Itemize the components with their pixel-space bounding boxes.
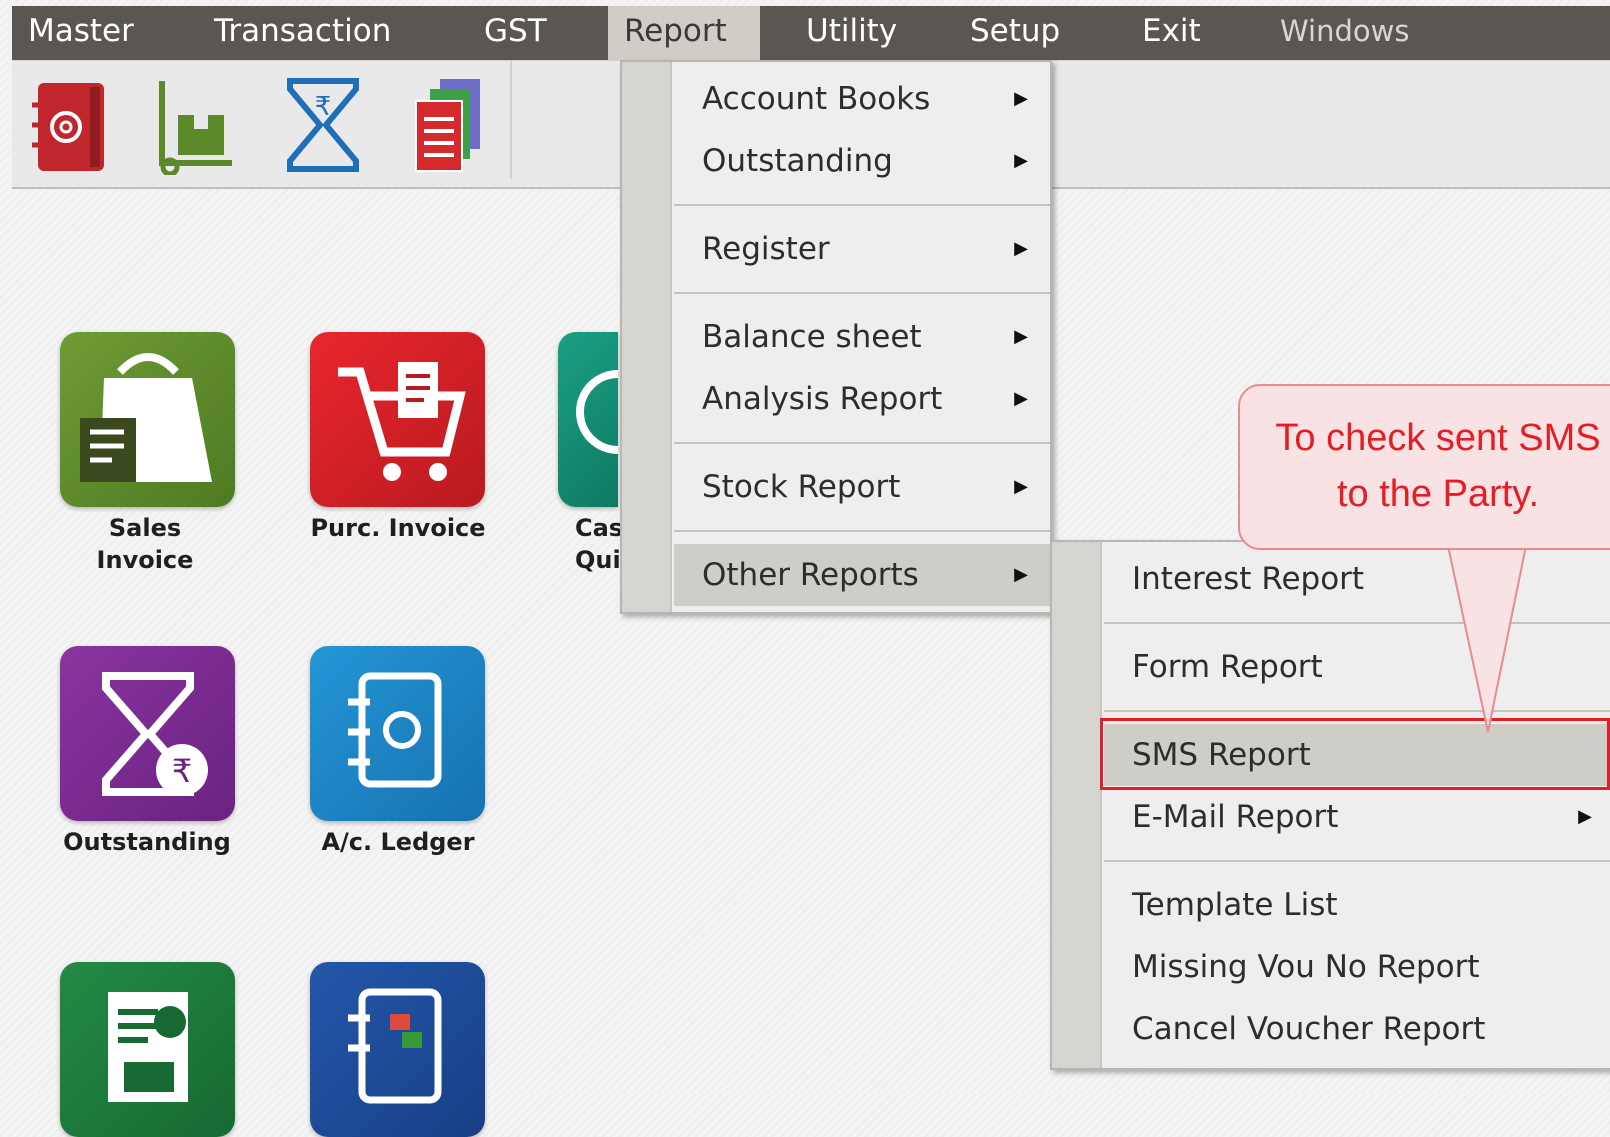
tile-label: Outstanding: [63, 828, 231, 856]
menu-utility[interactable]: Utility: [790, 6, 913, 60]
menu-master[interactable]: Master: [12, 6, 150, 60]
chevron-right-icon: ▶: [1014, 326, 1028, 347]
chevron-right-icon: ▶: [1014, 150, 1028, 171]
menu-windows[interactable]: Windows: [1264, 6, 1425, 60]
sigma-rupee-icon: ₹: [102, 672, 208, 796]
shopping-bag-icon: [80, 353, 212, 482]
trolley-box-icon[interactable]: [152, 75, 234, 177]
stock-book-tile[interactable]: [310, 962, 485, 1137]
menu-item-cancel-voucher-report[interactable]: Cancel Voucher Report: [1104, 998, 1610, 1060]
chevron-right-icon: ▶: [1014, 88, 1028, 109]
stock-book-icon: [348, 988, 442, 1104]
report-chart-tile[interactable]: [60, 962, 235, 1137]
ledger-icon: [348, 672, 442, 788]
tile-label: Sales Invoice: [96, 514, 194, 574]
rupee-hourglass-icon[interactable]: ₹: [282, 75, 364, 175]
menu-item-balance-sheet[interactable]: Balance sheet ▶: [674, 306, 1050, 368]
menu-item-outstanding[interactable]: Outstanding ▶: [674, 130, 1050, 192]
menu-exit[interactable]: Exit: [1126, 6, 1217, 60]
purchase-invoice-tile[interactable]: [310, 332, 485, 507]
svg-text:₹: ₹: [172, 752, 192, 790]
menu-item-email-report[interactable]: E-Mail Report ▶: [1104, 786, 1610, 848]
report-chart-icon: [108, 992, 188, 1102]
menu-transaction[interactable]: Transaction: [198, 6, 407, 60]
menu-report[interactable]: Report: [608, 6, 760, 60]
callout-pointer: [1446, 540, 1536, 733]
documents-stack-icon[interactable]: [406, 75, 488, 175]
shopping-cart-icon: [338, 362, 466, 481]
chevron-right-icon: ▶: [1014, 476, 1028, 497]
callout-text: To check sent SMS to the Party.: [1275, 417, 1601, 515]
menu-item-template-list[interactable]: Template List: [1104, 874, 1610, 936]
tile-label: Cas Quic: [575, 514, 635, 574]
cash-icon: [576, 370, 618, 454]
menu-item-register[interactable]: Register ▶: [674, 218, 1050, 280]
menu-gst[interactable]: GST: [468, 6, 563, 60]
menu-setup[interactable]: Setup: [954, 6, 1076, 60]
tile-label: Purc. Invoice: [310, 514, 486, 542]
report-menu: Account Books ▶ Outstanding ▶ Register ▶ Ba…: [620, 60, 1052, 614]
address-book-icon[interactable]: [30, 75, 112, 175]
menu-item-other-reports[interactable]: Other Reports ▶: [674, 544, 1050, 606]
chevron-right-icon: ▶: [1014, 238, 1028, 259]
ac-ledger-tile[interactable]: [310, 646, 485, 821]
svg-text:₹: ₹: [315, 92, 332, 122]
sales-invoice-tile[interactable]: [60, 332, 235, 507]
chevron-right-icon: ▶: [1014, 564, 1028, 585]
menu-item-account-books[interactable]: Account Books ▶: [674, 68, 1050, 130]
menu-item-stock-report[interactable]: Stock Report ▶: [674, 456, 1050, 518]
cash-quick-tile[interactable]: [558, 332, 618, 507]
menu-item-analysis-report[interactable]: Analysis Report ▶: [674, 368, 1050, 430]
menu-bar: Master Transaction GST Report Utility Se…: [12, 6, 1610, 60]
menu-item-missing-vou-no-report[interactable]: Missing Vou No Report: [1104, 936, 1610, 998]
chevron-right-icon: ▶: [1578, 806, 1592, 827]
tile-label: A/c. Ledger: [321, 828, 475, 856]
chevron-right-icon: ▶: [1014, 388, 1028, 409]
outstanding-tile[interactable]: ₹: [60, 646, 235, 821]
